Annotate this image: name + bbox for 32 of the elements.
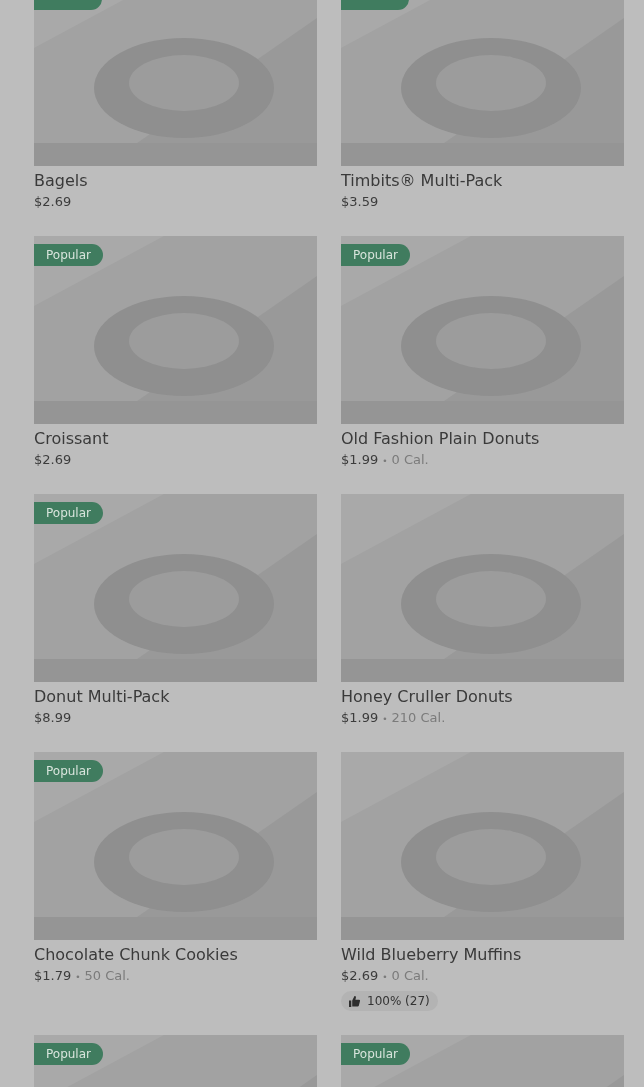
item-name: Chocolate Chunk Cookies [34, 945, 239, 964]
item-price: $2.69 [341, 968, 379, 983]
popular-badge: Popular [341, 244, 410, 266]
item-name: Timbits® Multi-Pack [341, 171, 504, 190]
rating-chip: 100% (27) [341, 991, 438, 1011]
item-name: Old Fashion Plain Donuts [341, 429, 541, 448]
item-name: Honey Cruller Donuts [341, 687, 514, 706]
item-calories: 50 Cal. [84, 968, 130, 983]
popular-badge: Popular [34, 244, 103, 266]
item-name: Croissant [34, 429, 110, 448]
item-price: $1.79 [34, 968, 72, 983]
popular-badge: Popular [34, 1043, 103, 1065]
item-price: $1.99 [341, 452, 379, 467]
item-price: $2.69 [34, 452, 72, 467]
separator-dot: • [382, 714, 388, 724]
thumbs-up-icon [349, 995, 360, 1007]
item-price: $8.99 [34, 710, 72, 725]
item-calories: 0 Cal. [391, 968, 429, 983]
separator-dot: • [382, 972, 388, 982]
item-name: Bagels [34, 171, 89, 190]
item-price: $3.59 [341, 194, 379, 209]
item-price: $2.69 [34, 194, 72, 209]
item-calories: 0 Cal. [391, 452, 429, 467]
item-price: $1.99 [341, 710, 379, 725]
separator-dot: • [382, 456, 388, 466]
item-calories: 210 Cal. [391, 710, 446, 725]
separator-dot: • [75, 972, 81, 982]
item-name: Donut Multi-Pack [34, 687, 171, 706]
popular-badge: Popular [34, 502, 103, 524]
popular-badge: Popular [341, 1043, 410, 1065]
item-name: Wild Blueberry Muffins [341, 945, 523, 964]
popular-badge: Popular [34, 760, 103, 782]
